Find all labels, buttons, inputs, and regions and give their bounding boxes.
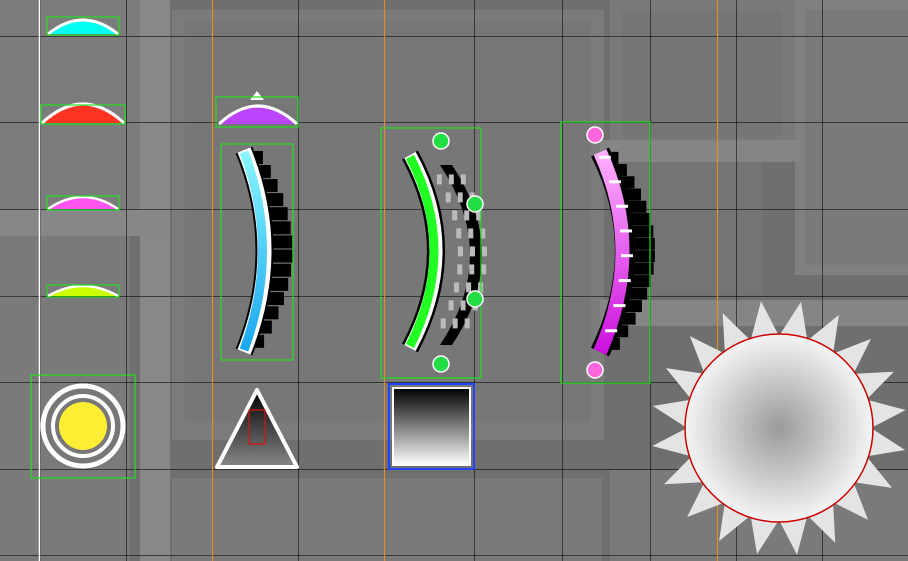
handle-bottom-pink[interactable] [586, 361, 604, 379]
level-scene[interactable] [0, 0, 908, 561]
handle-bottom[interactable] [432, 355, 450, 373]
handle-top[interactable] [432, 132, 450, 150]
block-gradient[interactable] [388, 383, 475, 470]
editor-canvas[interactable] [0, 0, 908, 561]
handle-lower[interactable] [466, 290, 484, 308]
handle-top-pink[interactable] [586, 126, 604, 144]
handle-upper[interactable] [466, 195, 484, 213]
